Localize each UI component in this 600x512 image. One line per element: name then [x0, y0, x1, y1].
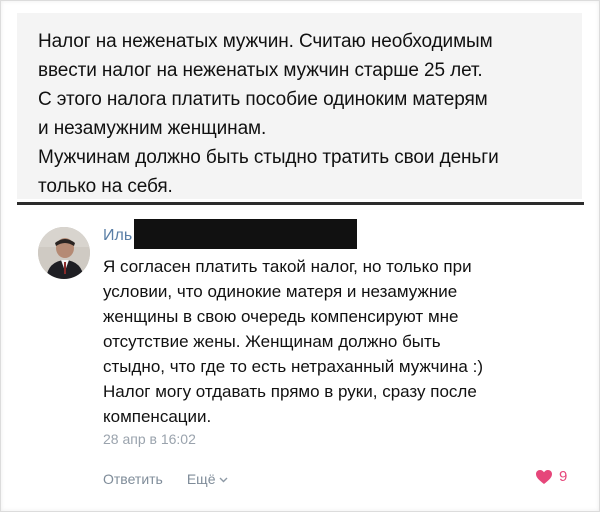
user-photo-avatar-icon: [38, 227, 90, 279]
comment-timestamp[interactable]: 28 апр в 16:02: [103, 431, 196, 447]
comment-line: стыдно, что где то есть нетраханный мужч…: [103, 357, 483, 376]
post-line: Налог на неженатых мужчин. Считаю необхо…: [38, 31, 493, 52]
chevron-down-icon: [219, 474, 228, 486]
more-button[interactable]: Ещё: [187, 471, 228, 487]
post-block: Налог на неженатых мужчин. Считаю необхо…: [17, 13, 582, 199]
reply-button[interactable]: Ответить: [103, 471, 163, 487]
post-line: С этого налога платить пособие одиноким …: [38, 89, 488, 110]
author-name[interactable]: Иль: [103, 225, 132, 247]
avatar[interactable]: [38, 227, 90, 279]
post-line: Мужчинам должно быть стыдно тратить свои…: [38, 147, 499, 168]
more-label: Ещё: [186, 471, 216, 487]
comment-actions: Ответить Ещё: [103, 471, 228, 487]
post-text: Налог на неженатых мужчин. Считаю необхо…: [38, 27, 573, 201]
comment-line: Налог могу отдавать прямо в руки, сразу …: [103, 382, 477, 401]
comment-line: Я согласен платить такой налог, но тольк…: [103, 257, 472, 276]
comment-line: женщины в свою очередь компенсируют мне: [103, 307, 459, 326]
comment-text: Я согласен платить такой налог, но тольк…: [103, 254, 573, 429]
comment-author[interactable]: Иль: [103, 219, 358, 249]
comment: Иль Я согласен платить такой налог, но т…: [1, 205, 600, 505]
post-line: и незамужним женщинам.: [38, 118, 267, 139]
heart-icon: [535, 469, 553, 485]
comment-line: условии, что одинокие матеря и незамужни…: [103, 282, 458, 301]
post-line: ввести налог на неженатых мужчин старше …: [38, 60, 483, 81]
like-count: 9: [559, 468, 568, 485]
post-line: только на себя.: [38, 176, 173, 197]
like-button[interactable]: 9: [535, 468, 567, 485]
screenshot-frame: Налог на неженатых мужчин. Считаю необхо…: [0, 0, 600, 512]
comment-line: отсутствие жены. Женщинам должно быть: [103, 332, 441, 351]
name-redaction: [134, 219, 358, 249]
comment-line: компенсации.: [103, 407, 212, 426]
